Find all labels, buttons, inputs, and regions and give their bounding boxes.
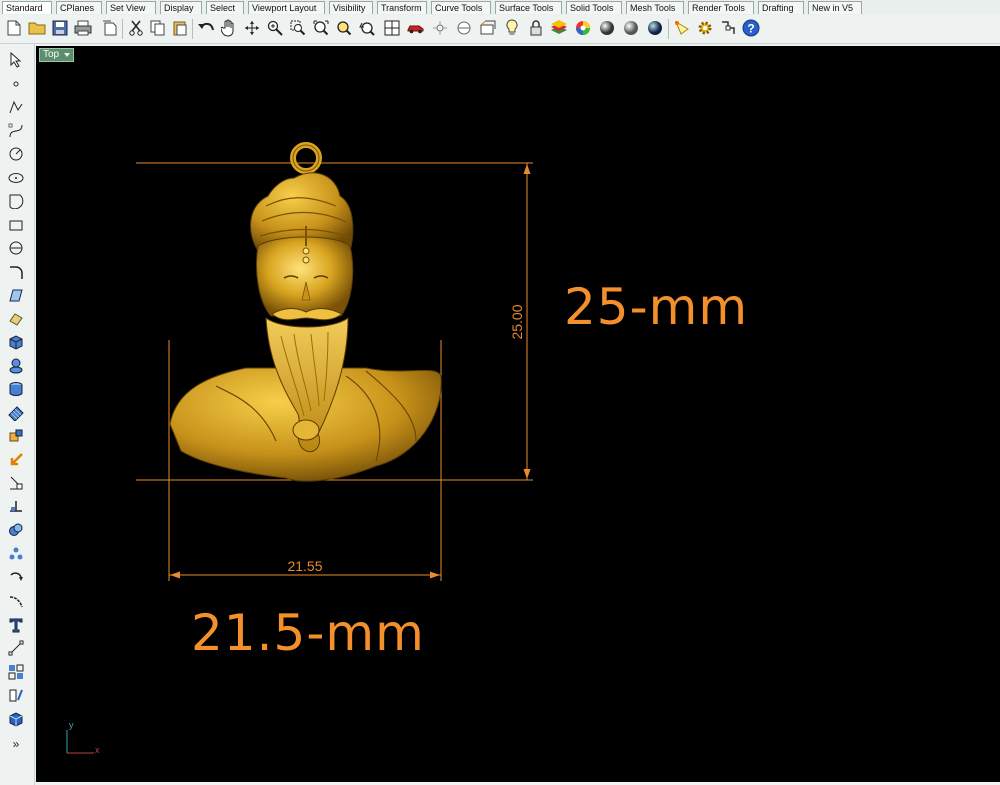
print-icon[interactable] xyxy=(73,18,93,38)
point-icon[interactable] xyxy=(6,74,26,94)
tab-drafting[interactable]: Drafting xyxy=(758,1,804,14)
open-folder-icon[interactable] xyxy=(27,18,47,38)
ellipse-icon[interactable] xyxy=(6,168,26,188)
render-sphere-icon[interactable] xyxy=(645,18,665,38)
tab-visibility[interactable]: Visibility xyxy=(329,1,373,14)
standard-toolbar: ? xyxy=(0,15,1000,44)
text-icon[interactable] xyxy=(6,615,26,635)
svg-text:?: ? xyxy=(747,22,754,36)
rotate-icon[interactable] xyxy=(6,567,26,587)
surface-from-points-icon[interactable] xyxy=(6,285,26,305)
help-icon[interactable]: ? xyxy=(741,18,761,38)
control-points-icon[interactable] xyxy=(6,638,26,658)
zoom-extents-icon[interactable] xyxy=(311,18,331,38)
template-icon[interactable] xyxy=(100,18,120,38)
move-transform-icon[interactable] xyxy=(6,450,26,470)
zoom-dynamic-icon[interactable] xyxy=(265,18,285,38)
world-axes-indicator xyxy=(66,730,94,754)
cylinder-solid-icon[interactable] xyxy=(6,379,26,399)
tab-render-tools[interactable]: Render Tools xyxy=(688,1,754,14)
tab-surface-tools[interactable]: Surface Tools xyxy=(495,1,562,14)
tab-display[interactable]: Display xyxy=(160,1,202,14)
height-annotation-label: 25-mm xyxy=(564,278,749,336)
tab-standard[interactable]: Standard xyxy=(2,1,52,14)
gold-pendant-bust-model[interactable] xyxy=(169,142,442,482)
undo-view-icon[interactable] xyxy=(357,18,377,38)
polygon-icon[interactable] xyxy=(6,238,26,258)
tab-select[interactable]: Select xyxy=(206,1,244,14)
polyline-icon[interactable] xyxy=(6,97,26,117)
rectangle-icon[interactable] xyxy=(6,215,26,235)
construction-plane-icon[interactable] xyxy=(454,18,474,38)
new-file-icon[interactable] xyxy=(4,18,24,38)
width-annotation-label: 21.5-mm xyxy=(191,604,425,662)
osnap-icon[interactable] xyxy=(718,18,738,38)
tab-set-view[interactable]: Set View xyxy=(106,1,156,14)
more-tools-chevron-icon[interactable]: » xyxy=(6,734,26,754)
spotlight-icon[interactable] xyxy=(672,18,692,38)
light-bulb-icon[interactable] xyxy=(502,18,522,38)
sphere-solid-icon[interactable] xyxy=(6,356,26,376)
options-gear-icon[interactable] xyxy=(695,18,715,38)
tab-viewport-layout[interactable]: Viewport Layout xyxy=(248,1,325,14)
render-box-icon[interactable] xyxy=(6,709,26,729)
camera-target-icon[interactable] xyxy=(430,18,450,38)
save-icon[interactable] xyxy=(50,18,70,38)
color-wheel-icon[interactable] xyxy=(573,18,593,38)
tab-mesh-tools[interactable]: Mesh Tools xyxy=(626,1,684,14)
analyze-direction-icon[interactable] xyxy=(6,685,26,705)
toolbar-tab-strip: Standard CPlanes Set View Display Select… xyxy=(0,0,1000,16)
copy-icon[interactable] xyxy=(148,18,168,38)
viewport-drawing: 25.00 21.55 xyxy=(66,142,533,754)
undo-icon[interactable] xyxy=(196,18,216,38)
boolean-union-icon[interactable] xyxy=(6,520,26,540)
zoom-window-icon[interactable] xyxy=(288,18,308,38)
box-solid-icon[interactable] xyxy=(6,332,26,352)
car-icon[interactable] xyxy=(406,18,426,38)
tab-transform[interactable]: Transform xyxy=(377,1,427,14)
named-view-icon[interactable] xyxy=(478,18,498,38)
dimension-vertical-value: 25.00 xyxy=(509,304,525,339)
curve-icon[interactable] xyxy=(6,121,26,141)
lock-icon[interactable] xyxy=(526,18,546,38)
select-arrow-icon[interactable] xyxy=(6,50,26,70)
dimension-icon[interactable] xyxy=(6,473,26,493)
rendered-sphere-icon[interactable] xyxy=(621,18,641,38)
zoom-selected-icon[interactable] xyxy=(334,18,354,38)
blend-curve-icon[interactable] xyxy=(6,591,26,611)
tab-cplanes[interactable]: CPlanes xyxy=(56,1,102,14)
dimension-horizontal-value: 21.55 xyxy=(287,558,322,574)
four-viewports-icon[interactable] xyxy=(382,18,402,38)
mesh-plane-icon[interactable] xyxy=(6,403,26,423)
extrude-surface-icon[interactable] xyxy=(6,309,26,329)
pan-hand-icon[interactable] xyxy=(219,18,239,38)
puzzle-block-icon[interactable] xyxy=(6,426,26,446)
circle-icon[interactable] xyxy=(6,144,26,164)
group-icon[interactable] xyxy=(6,662,26,682)
tab-solid-tools[interactable]: Solid Tools xyxy=(566,1,622,14)
layers-icon[interactable] xyxy=(549,18,569,38)
array-icon[interactable] xyxy=(6,544,26,564)
rotate-view-icon[interactable] xyxy=(242,18,262,38)
axis-y-label: y xyxy=(69,720,74,730)
cut-icon[interactable] xyxy=(126,18,146,38)
axis-x-label: x xyxy=(95,745,100,755)
main-left-toolbar: » xyxy=(0,44,35,785)
fillet-curve-icon[interactable] xyxy=(6,262,26,282)
tab-curve-tools[interactable]: Curve Tools xyxy=(431,1,491,14)
section-icon[interactable] xyxy=(6,497,26,517)
arc-icon[interactable] xyxy=(6,191,26,211)
paste-icon[interactable] xyxy=(170,18,190,38)
tab-new-in-v5[interactable]: New in V5 xyxy=(808,1,862,14)
shaded-sphere-icon[interactable] xyxy=(597,18,617,38)
top-viewport[interactable]: Top 25.00 21.55 y x 25-mm 21.5-mm xyxy=(36,46,1000,782)
